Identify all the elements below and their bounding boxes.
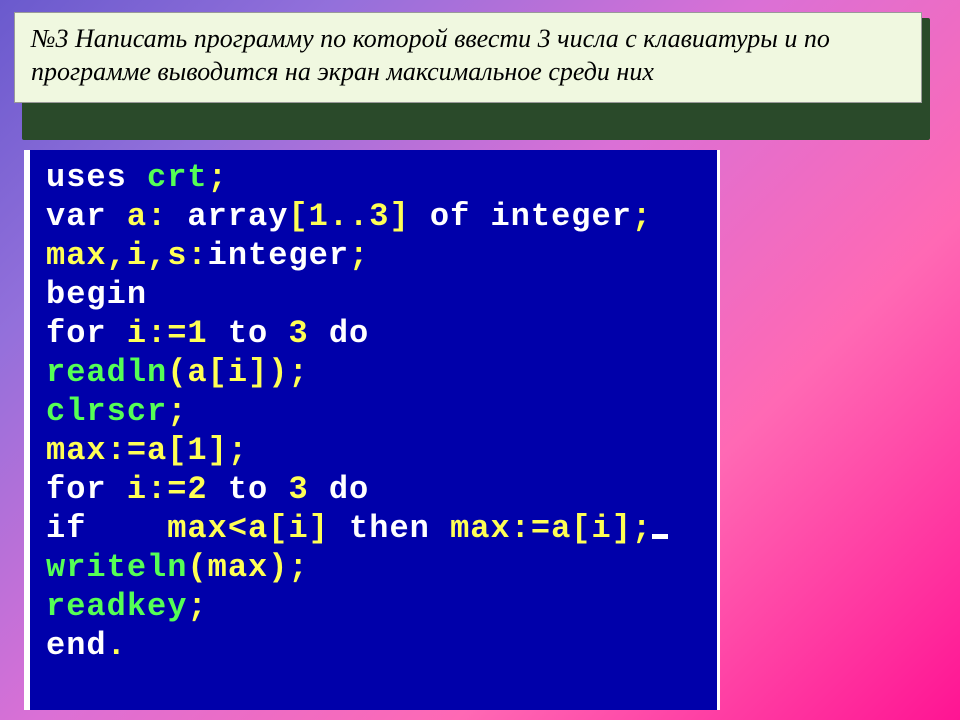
code-line-9: for i:=2 to 3 do bbox=[46, 470, 707, 509]
code-line-11: writeln(max); bbox=[46, 548, 707, 587]
code-line-7: clrscr; bbox=[46, 392, 707, 431]
code-line-2: var a: array[1..3] of integer; bbox=[46, 197, 707, 236]
code-line-5: for i:=1 to 3 do bbox=[46, 314, 707, 353]
text-cursor bbox=[652, 534, 668, 539]
code-line-8: max:=a[1]; bbox=[46, 431, 707, 470]
code-line-13: end. bbox=[46, 626, 707, 665]
task-description: №3 Написать программу по которой ввести … bbox=[14, 12, 922, 103]
code-line-6: readln(a[i]); bbox=[46, 353, 707, 392]
task-text: №3 Написать программу по которой ввести … bbox=[31, 24, 830, 86]
code-line-3: max,i,s:integer; bbox=[46, 236, 707, 275]
code-line-4: begin bbox=[46, 275, 707, 314]
code-editor: uses crt; var a: array[1..3] of integer;… bbox=[24, 150, 720, 710]
code-line-10: if max<a[i] then max:=a[i]; bbox=[46, 509, 707, 548]
code-line-1: uses crt; bbox=[46, 158, 707, 197]
code-line-12: readkey; bbox=[46, 587, 707, 626]
